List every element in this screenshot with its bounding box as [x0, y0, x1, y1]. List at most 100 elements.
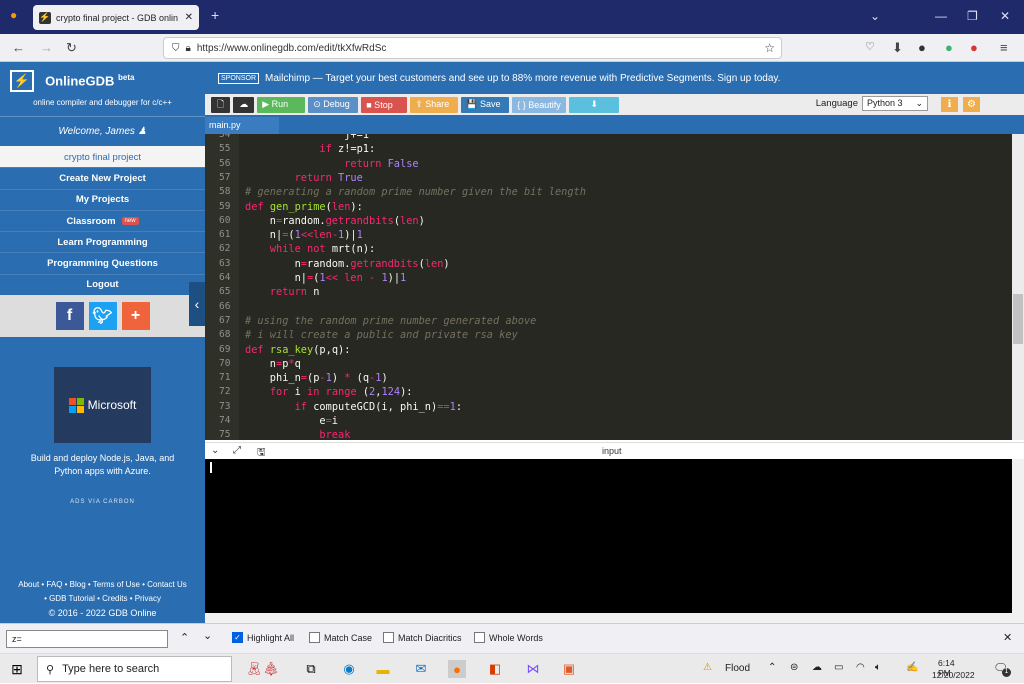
download-code-button[interactable]: ⬇ [569, 96, 620, 113]
collapse-sidebar-button[interactable]: ‹ [189, 282, 205, 326]
find-input[interactable]: z= [6, 630, 168, 648]
edge-icon[interactable]: ◉ [340, 660, 358, 678]
settings-gear-icon[interactable]: ⚙ [963, 97, 980, 112]
find-previous-icon[interactable]: ⌃ [180, 631, 189, 644]
clock-date[interactable]: 12/20/2022 [932, 670, 975, 680]
sponsored-ad[interactable]: Microsoft Build and deploy Node.js, Java… [0, 342, 205, 517]
code-line[interactable]: while not mrt(n): [245, 242, 375, 256]
scrollbar-thumb[interactable] [1013, 294, 1023, 344]
code-line[interactable]: n=random.getrandbits(len) [245, 214, 425, 228]
upload-button[interactable]: ☁ [233, 96, 255, 113]
logo[interactable]: ⚡ OnlineGDB beta online compiler and deb… [0, 62, 205, 117]
holiday-search-icon[interactable]: 🧸︎🎄︎ [240, 660, 285, 678]
pocket-icon[interactable]: ♡ [865, 40, 875, 53]
tab-main-py[interactable]: main.py [205, 117, 279, 134]
warning-icon[interactable]: ⚠ [703, 662, 712, 673]
code-line[interactable]: n|=(1<<len-1)|1 [245, 228, 363, 242]
share-plus-icon[interactable]: + [121, 302, 150, 331]
code-line[interactable]: return False [245, 157, 418, 171]
weather-text[interactable]: Flood [725, 663, 750, 674]
task-view-icon[interactable]: ⧉ [302, 660, 320, 678]
share-button[interactable]: ⇪ Share [410, 96, 459, 113]
sponsor-text[interactable]: Mailchimp — Target your best customers a… [265, 73, 780, 84]
firefox-taskbar-icon[interactable]: ● [448, 660, 466, 678]
code-editor[interactable]: 54 55 56 57 58 59 60 61 62 63 64 65 66 67 68 69 70 71 72 73… [205, 134, 1024, 440]
close-find-bar-icon[interactable]: ✕ [1003, 631, 1012, 644]
save-button[interactable]: 💾 Save [461, 96, 510, 113]
match-diacritics-option[interactable]: Match Diacritics [383, 632, 462, 643]
new-file-button[interactable]: 🗋 [211, 96, 231, 113]
code-line[interactable]: if computeGCD(i, phi_n)==1: [245, 400, 462, 414]
code-line[interactable]: n=p*q [245, 357, 301, 371]
close-tab-icon[interactable]: ✕ [185, 12, 193, 23]
editor-scrollbar[interactable] [1012, 134, 1024, 440]
checkbox-icon[interactable] [309, 632, 320, 643]
code-line[interactable]: phi_n=(p-1) * (q-1) [245, 371, 388, 385]
code-line[interactable]: # i will create a public and private rsa… [245, 328, 518, 342]
battery-icon[interactable]: ▭ [834, 662, 843, 673]
find-next-icon[interactable]: ⌄ [203, 629, 212, 642]
back-icon[interactable]: ← [12, 40, 25, 55]
stop-button[interactable]: ■ Stop [361, 96, 408, 113]
code-line[interactable]: n=random.getrandbits(len) [245, 257, 450, 271]
close-window-icon[interactable]: ✕ [1000, 9, 1010, 23]
code-line[interactable]: # using the random prime number generate… [245, 314, 536, 328]
bookmark-star-icon[interactable]: ☆ [764, 41, 775, 55]
reload-icon[interactable]: ↻ [66, 40, 77, 56]
ad-attribution[interactable]: ADS VIA CARBON [0, 499, 205, 505]
footer-links-1[interactable]: About • FAQ • Blog • Terms of Use • Cont… [0, 578, 205, 592]
code-line[interactable]: if z!=p1: [245, 142, 375, 156]
forward-icon[interactable]: → [40, 40, 53, 55]
microsoft-ad-banner[interactable]: Microsoft [54, 367, 151, 443]
footer-links-2[interactable]: • GDB Tutorial • Credits • Privacy [0, 592, 205, 606]
new-tab-button[interactable]: + [211, 7, 219, 23]
lock-icon[interactable]: 🔒︎ [186, 43, 191, 54]
visual-studio-icon[interactable]: ⋈ [524, 660, 542, 678]
code-line[interactable]: n|=(1<< len - 1)|1 [245, 271, 407, 285]
sidebar-item-learn-programming[interactable]: Learn Programming [0, 231, 205, 252]
shield-icon[interactable]: ⛉ [172, 43, 180, 54]
sidebar-item-programming-questions[interactable]: Programming Questions [0, 252, 205, 273]
restore-icon[interactable]: ❐ [967, 9, 978, 23]
extension-2-icon[interactable]: ● [970, 40, 978, 55]
windows-start-icon[interactable]: ⊞ [8, 660, 26, 678]
checkbox-icon[interactable] [474, 632, 485, 643]
sidebar-item-classroom[interactable]: Classroom new [0, 209, 205, 231]
language-dropdown[interactable]: Python 3 ⌄ [862, 96, 928, 111]
minimize-icon[interactable]: — [935, 9, 947, 23]
code-line[interactable]: # generating a random prime number given… [245, 185, 586, 199]
app-icon[interactable]: ▣ [560, 660, 578, 678]
sidebar-item-my-projects[interactable]: My Projects [0, 188, 205, 210]
run-button[interactable]: ▶ Run [257, 96, 306, 113]
volume-icon[interactable]: 🔈︎ [875, 662, 881, 673]
mail-icon[interactable]: ✉ [412, 660, 430, 678]
download-icon[interactable]: ⬇ [892, 40, 903, 56]
code-line[interactable]: break [245, 428, 350, 440]
sidebar-item-current-project[interactable]: crypto final project [0, 146, 205, 168]
console-scrollbar[interactable] [1012, 459, 1024, 613]
menu-icon[interactable]: ≡ [1000, 40, 1008, 55]
wifi-icon[interactable]: ◠ [856, 662, 865, 673]
highlight-all-option[interactable]: ✓ Highlight All [232, 632, 294, 643]
sidebar-item-create-project[interactable]: Create New Project [0, 167, 205, 188]
twitter-icon[interactable]: 🐦︎ [88, 302, 117, 331]
code-line[interactable]: for i in range (2,124): [245, 385, 413, 399]
match-case-option[interactable]: Match Case [309, 632, 372, 643]
sponsor-banner[interactable]: SPONSOR Mailchimp — Target your best cus… [218, 70, 1018, 86]
office-icon[interactable]: ◧ [486, 660, 504, 678]
welcome-text[interactable]: Welcome, James ♟ [0, 117, 205, 146]
tray-chevron-icon[interactable]: ⌃ [768, 662, 776, 673]
console-output[interactable] [205, 459, 1024, 613]
code-line[interactable]: return True [245, 171, 363, 185]
taskbar-search[interactable]: ⚲ Type here to search [37, 656, 232, 682]
checkbox-checked-icon[interactable]: ✓ [232, 632, 243, 643]
sidebar-item-logout[interactable]: Logout [0, 273, 205, 295]
firefox-icon[interactable]: ● [10, 8, 17, 22]
code-line[interactable]: def rsa_key(p,q): [245, 343, 350, 357]
debug-button[interactable]: ⊙ Debug [308, 96, 359, 113]
expand-icon[interactable]: ⤢ [233, 445, 241, 456]
browser-tab[interactable]: ⚡ crypto final project - GDB onlin ✕ [33, 5, 199, 30]
info-icon[interactable]: ℹ [941, 97, 958, 112]
code-line[interactable]: j+=1 [245, 134, 369, 142]
code-line[interactable]: e=i [245, 414, 338, 428]
